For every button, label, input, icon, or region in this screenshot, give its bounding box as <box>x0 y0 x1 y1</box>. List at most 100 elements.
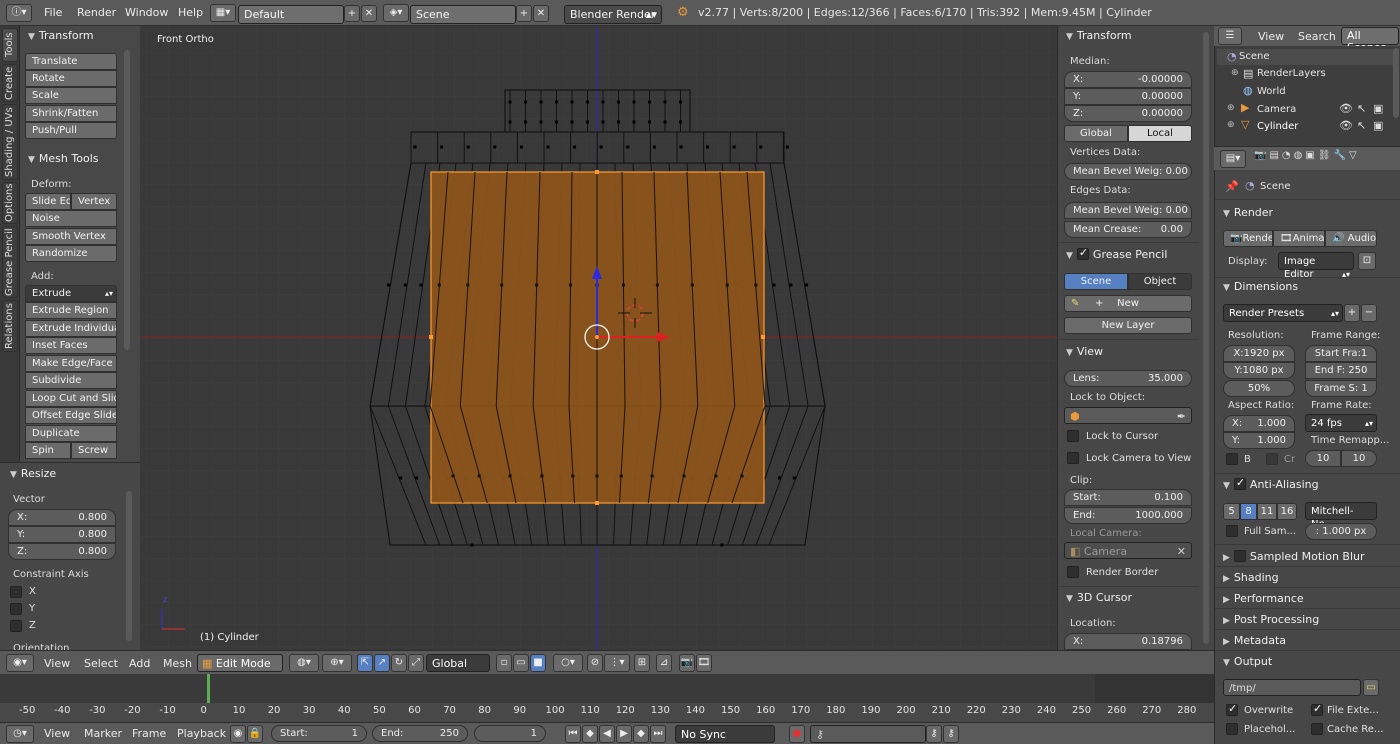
timeline-menu-view[interactable]: View <box>44 727 70 740</box>
motion-blur-header[interactable]: ▶ Sampled Motion Blur <box>1223 550 1365 563</box>
frame-step-field[interactable]: Frame S: 1 <box>1305 380 1377 397</box>
sync-mode-select[interactable]: No Sync <box>675 725 775 743</box>
outliner-item-world[interactable]: World <box>1257 86 1286 97</box>
mode-select[interactable]: ▦ Edit Mode <box>197 654 283 672</box>
next-keyframe-icon[interactable]: ◆ <box>633 725 649 743</box>
render-presets-select[interactable]: Render Presets ▴▾ <box>1223 304 1343 322</box>
aa-filter-select[interactable]: Mitchell-Ne... <box>1305 502 1377 530</box>
shelf-scrollbar[interactable] <box>1203 32 1209 644</box>
edge-select-icon[interactable]: ▭ <box>513 654 529 672</box>
display-mode-select[interactable]: All Scenes <box>1341 27 1399 54</box>
tab-shading-uvs[interactable]: Shading / UVs <box>2 104 18 180</box>
render-panel-header[interactable]: ▼ Render <box>1223 206 1273 219</box>
aspect-y-field[interactable]: Y: 1.000 <box>1223 432 1295 449</box>
menu-render[interactable]: Render <box>77 6 116 19</box>
add-layout-icon[interactable]: + <box>344 5 360 22</box>
motion-blur-checkbox[interactable] <box>1233 550 1246 562</box>
constraint-z-checkbox[interactable] <box>10 620 22 632</box>
local-toggle[interactable]: Local <box>1128 125 1192 142</box>
world-tab-icon[interactable]: ◍ <box>1294 150 1306 161</box>
tab-tools[interactable]: Tools <box>2 28 18 62</box>
push-pull-button[interactable]: Push/Pull <box>25 122 117 139</box>
vector-z-field[interactable]: Z: 0.800 <box>8 543 116 560</box>
transform-panel-header[interactable]: ▼ Transform <box>28 29 94 42</box>
scene-icon[interactable]: ◈▾ <box>383 4 409 22</box>
full-sample-checkbox[interactable] <box>1226 525 1238 537</box>
slide-vertex-button[interactable]: Vertex <box>71 193 117 210</box>
mean-bevel-edge-field[interactable]: Mean Bevel Weig: 0.00 <box>1064 202 1192 219</box>
loop-cut-button[interactable]: Loop Cut and Slide <box>25 390 117 407</box>
randomize-button[interactable]: Randomize <box>25 245 117 262</box>
clip-start-field[interactable]: Start: 0.100 <box>1064 489 1192 506</box>
local-camera-field[interactable]: ◧ Camera ✕ <box>1064 542 1192 559</box>
render-camera-icon[interactable]: ▣ <box>1373 119 1383 132</box>
grease-pencil-header[interactable]: ▼ Grease Pencil <box>1066 246 1167 261</box>
render-animation-button[interactable]: 🎞Animati <box>1273 230 1325 247</box>
render-tab-icon[interactable]: 📷 <box>1254 150 1269 161</box>
menu-select[interactable]: Select <box>84 657 118 670</box>
folder-icon[interactable]: ▭ <box>1363 679 1379 696</box>
auto-keying-icon[interactable]: ● <box>789 725 805 743</box>
file-extensions-checkbox[interactable] <box>1311 702 1323 716</box>
mesh-tools-header[interactable]: ▼ Mesh Tools <box>28 152 98 165</box>
eye-icon[interactable]: 👁 <box>1339 102 1353 115</box>
shrink-fatten-button[interactable]: Shrink/Fatten <box>25 105 117 122</box>
3d-cursor-header[interactable]: ▼ 3D Cursor <box>1066 591 1132 604</box>
rotate-button[interactable]: Rotate <box>25 70 117 87</box>
property-context-tabs[interactable]: 📷▤◔◍▣⛓🔧▽ <box>1254 150 1400 168</box>
median-y-field[interactable]: Y: 0.00000 <box>1064 88 1192 105</box>
remap-old-field[interactable]: 10 <box>1305 450 1341 467</box>
expand-icon[interactable]: ⊕ <box>1227 103 1235 113</box>
lock-cursor-checkbox[interactable] <box>1067 430 1079 442</box>
keying-set-field[interactable]: ⚷ <box>810 725 926 743</box>
constraints-tab-icon[interactable]: ⛓ <box>1318 150 1334 161</box>
cursor-x-field[interactable]: X: 0.18796 <box>1064 633 1192 650</box>
mean-bevel-vertex-field[interactable]: Mean Bevel Weig: 0.00 <box>1064 163 1192 180</box>
add-preset-icon[interactable]: + <box>1344 304 1360 322</box>
outliner-item-renderlayers[interactable]: RenderLayers <box>1257 68 1326 79</box>
tab-relations[interactable]: Relations <box>2 300 18 352</box>
menu-help[interactable]: Help <box>178 6 203 19</box>
outliner-item-camera[interactable]: Camera <box>1257 104 1296 115</box>
resolution-x-field[interactable]: X:1920 px <box>1223 345 1295 362</box>
render-camera-icon[interactable]: ▣ <box>1373 102 1383 115</box>
performance-header[interactable]: ▶ Performance <box>1223 592 1304 605</box>
noise-button[interactable]: Noise <box>25 210 117 227</box>
aa-samples-8[interactable]: 8 <box>1240 503 1257 520</box>
aa-samples-16[interactable]: 16 <box>1277 503 1297 520</box>
timeline-area[interactable]: -50 -40 -30 -20 -10 0 10 20 30 40 50 60 70 80 90 100 110… <box>0 674 1214 722</box>
add-scene-icon[interactable]: + <box>516 5 532 22</box>
properties-editor-icon[interactable]: ▤▾ <box>1220 150 1246 168</box>
filter-size-field[interactable]: : 1.000 px <box>1305 523 1377 540</box>
eye-icon[interactable]: 👁 <box>1339 119 1353 132</box>
anti-aliasing-checkbox[interactable] <box>1233 476 1246 490</box>
viewport-shading-icon[interactable]: ◍▾ <box>289 654 319 672</box>
smooth-vertex-button[interactable]: Smooth Vertex <box>25 228 117 245</box>
tab-options[interactable]: Options <box>2 182 18 224</box>
tab-create[interactable]: Create <box>2 64 18 102</box>
cursor-select-icon[interactable]: ↖ <box>1357 119 1366 132</box>
start-frame-field[interactable]: Start Fra:1 <box>1305 345 1377 362</box>
scale-manipulator-icon[interactable]: ⤢ <box>408 654 424 672</box>
record-icon[interactable]: ◉ <box>230 725 246 743</box>
snap-element-icon[interactable]: ⋮▾ <box>604 654 630 672</box>
frame-rate-select[interactable]: 24 fps ▴▾ <box>1305 414 1377 432</box>
render-image-button[interactable]: 📷Render <box>1223 230 1273 247</box>
median-z-field[interactable]: Z: 0.00000 <box>1064 105 1192 122</box>
aa-samples-5[interactable]: 5 <box>1223 503 1240 520</box>
new-layer-button[interactable]: New Layer <box>1064 317 1192 334</box>
menu-window[interactable]: Window <box>125 6 168 19</box>
timeline-menu-playback[interactable]: Playback <box>177 727 226 740</box>
expand-icon[interactable]: ⊕ <box>1231 68 1239 78</box>
timeline-menu-marker[interactable]: Marker <box>84 727 122 740</box>
post-processing-header[interactable]: ▶ Post Processing <box>1223 613 1319 626</box>
play-reverse-icon[interactable]: ◀ <box>599 725 615 743</box>
offset-edge-slide-button[interactable]: Offset Edge Slide <box>25 407 117 424</box>
gp-object-toggle[interactable]: Object <box>1128 273 1192 290</box>
timeline-editor-icon[interactable]: ◷▾ <box>6 725 34 743</box>
border-checkbox[interactable] <box>1226 453 1238 465</box>
inset-faces-button[interactable]: Inset Faces <box>25 337 117 354</box>
npanel-transform-header[interactable]: ▼ Transform <box>1066 29 1132 42</box>
resolution-y-field[interactable]: Y:1080 px <box>1223 362 1295 379</box>
overwrite-checkbox[interactable] <box>1226 702 1238 716</box>
